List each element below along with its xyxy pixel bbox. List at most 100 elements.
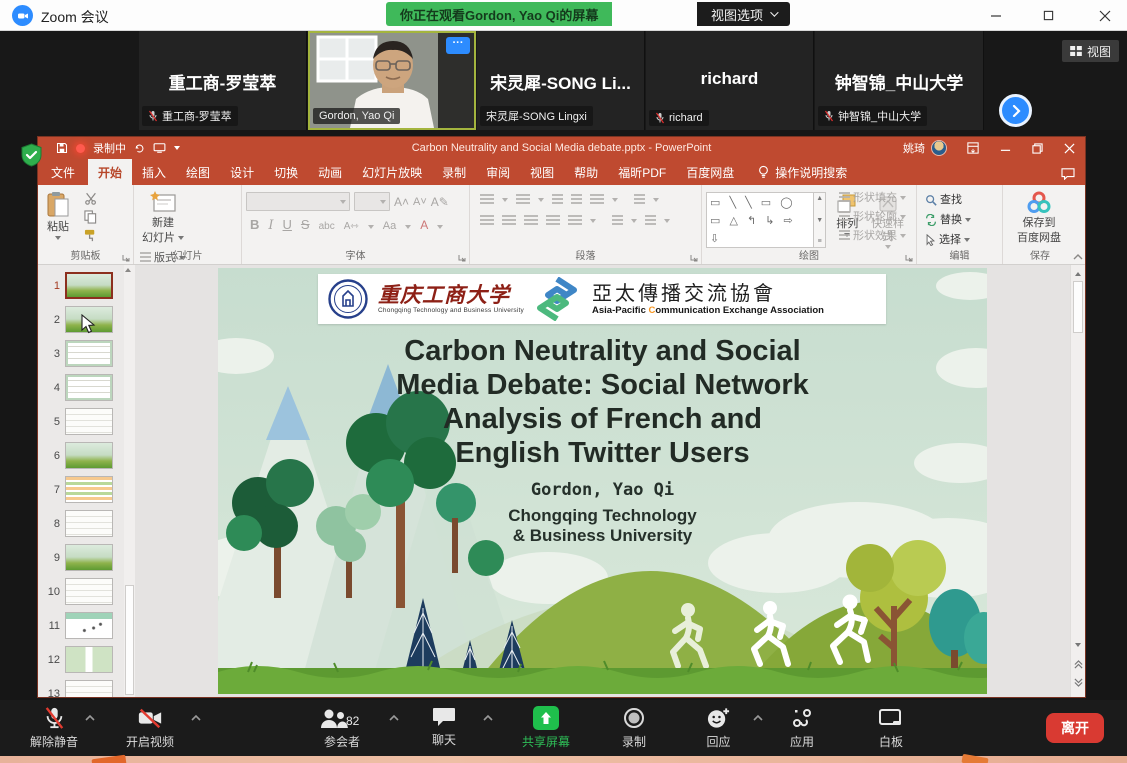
unmute-button[interactable]: 解除静音 xyxy=(30,706,78,750)
slide-canvas[interactable]: 重庆工商大学 Chongqing Technology and Business… xyxy=(218,268,987,694)
align-left-icon[interactable] xyxy=(480,215,494,227)
tab-绘图[interactable]: 绘图 xyxy=(176,159,220,185)
underline-button[interactable]: U xyxy=(283,217,292,232)
collapse-ribbon-button[interactable] xyxy=(1073,253,1083,260)
view-options-button[interactable]: 视图选项 xyxy=(697,2,790,26)
participant-tile-video[interactable]: ··· Gordon, Yao Qi xyxy=(308,31,476,130)
shapes-gallery-scroll[interactable]: ▲▼≡ xyxy=(814,192,826,248)
select-button[interactable]: 选择 xyxy=(925,233,998,247)
view-button[interactable]: 视图 xyxy=(1062,40,1119,62)
slide-thumbnail-row[interactable]: 10 xyxy=(44,578,135,605)
tab-视图[interactable]: 视图 xyxy=(520,159,564,185)
tab-开始[interactable]: 开始 xyxy=(88,159,132,185)
ppt-minimize-button[interactable] xyxy=(989,137,1021,159)
participant-tile[interactable]: 重工商-罗莹萃 重工商-罗莹萃 xyxy=(139,31,307,130)
shape-effects-button[interactable]: 形状效果 xyxy=(839,229,906,243)
slide-thumbnail-row[interactable]: 3 xyxy=(44,340,135,367)
tab-幻灯片放映[interactable]: 幻灯片放映 xyxy=(352,159,432,185)
minimize-button[interactable] xyxy=(976,0,1016,31)
slide-thumbnail[interactable] xyxy=(65,544,113,571)
slide-thumbnail[interactable] xyxy=(65,272,113,299)
slide-thumbnail[interactable] xyxy=(65,510,113,537)
columns-icon[interactable] xyxy=(568,215,582,227)
tab-切换[interactable]: 切换 xyxy=(264,159,308,185)
whiteboard-button[interactable]: 白板 xyxy=(878,706,904,750)
smartart-icon[interactable] xyxy=(645,215,656,227)
record-button[interactable]: 录制 xyxy=(622,706,646,750)
slide-affiliation[interactable]: Chongqing Technology & Business Universi… xyxy=(218,506,987,546)
new-slide-button[interactable]: 新建 幻灯片 xyxy=(138,189,188,246)
tile-more-button[interactable]: ··· xyxy=(446,37,470,54)
slide-thumbnail[interactable] xyxy=(65,578,113,605)
tab-审阅[interactable]: 审阅 xyxy=(476,159,520,185)
qat-customize-caret[interactable] xyxy=(174,146,180,150)
reactions-button[interactable]: 回应 xyxy=(706,706,731,750)
paste-button[interactable]: 粘贴 xyxy=(42,189,74,242)
slide-scrollbar[interactable] xyxy=(1070,265,1085,697)
close-button[interactable] xyxy=(1085,0,1125,31)
slide-thumbnail-row[interactable]: 13 xyxy=(44,680,135,697)
save-icon[interactable] xyxy=(56,142,68,154)
justify-icon[interactable] xyxy=(546,215,560,227)
tab-录制[interactable]: 录制 xyxy=(432,159,476,185)
slide-author[interactable]: Gordon, Yao Qi xyxy=(218,480,987,500)
bullets-icon[interactable] xyxy=(480,194,494,206)
numbering-icon[interactable] xyxy=(516,194,530,206)
change-case-button[interactable]: Aa xyxy=(383,220,396,232)
case-caret[interactable] xyxy=(368,225,374,229)
slide-thumbnail-row[interactable]: 12 xyxy=(44,646,135,673)
ppt-restore-button[interactable] xyxy=(1021,137,1053,159)
copy-icon[interactable] xyxy=(84,210,97,224)
next-slide-button[interactable] xyxy=(1071,676,1085,689)
thumbnail-scrollbar[interactable] xyxy=(124,265,135,697)
cut-icon[interactable] xyxy=(84,192,98,205)
format-painter-icon[interactable] xyxy=(84,229,98,242)
participants-button[interactable]: 82 参会者 xyxy=(318,706,366,750)
drawing-dialog-launcher[interactable] xyxy=(905,254,913,262)
slide-thumbnail-row[interactable]: 1 xyxy=(44,272,135,299)
align-center-icon[interactable] xyxy=(502,215,516,227)
participant-tile[interactable]: richard richard xyxy=(646,31,814,130)
save-to-baidu-button[interactable]: 保存到 百度网盘 xyxy=(1013,189,1065,246)
shapes-gallery[interactable]: ▭ ╲ ╲ ▭ ◯ ▭ △ ↰ ↳ ⇨ ⇩ ▱ ✎ ⌒ ∿ { } xyxy=(706,192,814,248)
apps-button[interactable]: 应用 xyxy=(790,706,814,750)
tab-百度网盘[interactable]: 百度网盘 xyxy=(676,159,744,185)
tab-帮助[interactable]: 帮助 xyxy=(564,159,608,185)
next-participants-button[interactable] xyxy=(999,94,1032,127)
slide-thumbnail[interactable] xyxy=(65,374,113,401)
slide-thumbnail[interactable] xyxy=(65,680,113,697)
scroll-up-icon[interactable] xyxy=(124,267,132,273)
decrease-indent-icon[interactable] xyxy=(552,194,563,206)
slide-thumbnail[interactable] xyxy=(65,646,113,673)
clear-formatting-button[interactable]: A✎ xyxy=(431,195,449,209)
shadow-button[interactable]: abc xyxy=(319,221,335,232)
start-video-button[interactable]: 开启视频 xyxy=(126,706,174,750)
participants-options-chevron[interactable] xyxy=(388,714,400,722)
slide-thumbnail-row[interactable]: 7 xyxy=(44,476,135,503)
maximize-button[interactable] xyxy=(1028,0,1068,31)
char-spacing-button[interactable]: A⇿ xyxy=(344,221,359,232)
font-color-caret[interactable] xyxy=(437,225,443,229)
font-name-box[interactable] xyxy=(246,192,350,211)
shape-outline-button[interactable]: 形状轮廓 xyxy=(839,210,906,224)
ppt-close-button[interactable] xyxy=(1053,137,1085,159)
strikethrough-button[interactable]: S xyxy=(301,217,310,232)
slide-thumbnail[interactable] xyxy=(65,476,113,503)
slide-thumbnail[interactable] xyxy=(65,442,113,469)
highlight-caret[interactable] xyxy=(405,225,411,229)
scroll-thumb[interactable] xyxy=(1073,281,1083,333)
tell-me-search[interactable]: 操作说明搜索 xyxy=(758,159,847,185)
mute-options-chevron[interactable] xyxy=(84,714,96,722)
chat-button[interactable]: 聊天 xyxy=(432,706,456,748)
slide-thumbnail[interactable] xyxy=(65,340,113,367)
slide-thumbnail-row[interactable]: 8 xyxy=(44,510,135,537)
tab-设计[interactable]: 设计 xyxy=(220,159,264,185)
reactions-options-chevron[interactable] xyxy=(752,714,764,722)
replace-button[interactable]: 替换 xyxy=(925,213,998,227)
chat-options-chevron[interactable] xyxy=(482,714,494,722)
tab-福昕PDF[interactable]: 福昕PDF xyxy=(608,159,676,185)
shrink-font-button[interactable]: A˅ xyxy=(413,196,427,208)
tab-插入[interactable]: 插入 xyxy=(132,159,176,185)
comments-icon[interactable] xyxy=(1061,168,1075,180)
align-text-icon[interactable] xyxy=(612,215,623,227)
